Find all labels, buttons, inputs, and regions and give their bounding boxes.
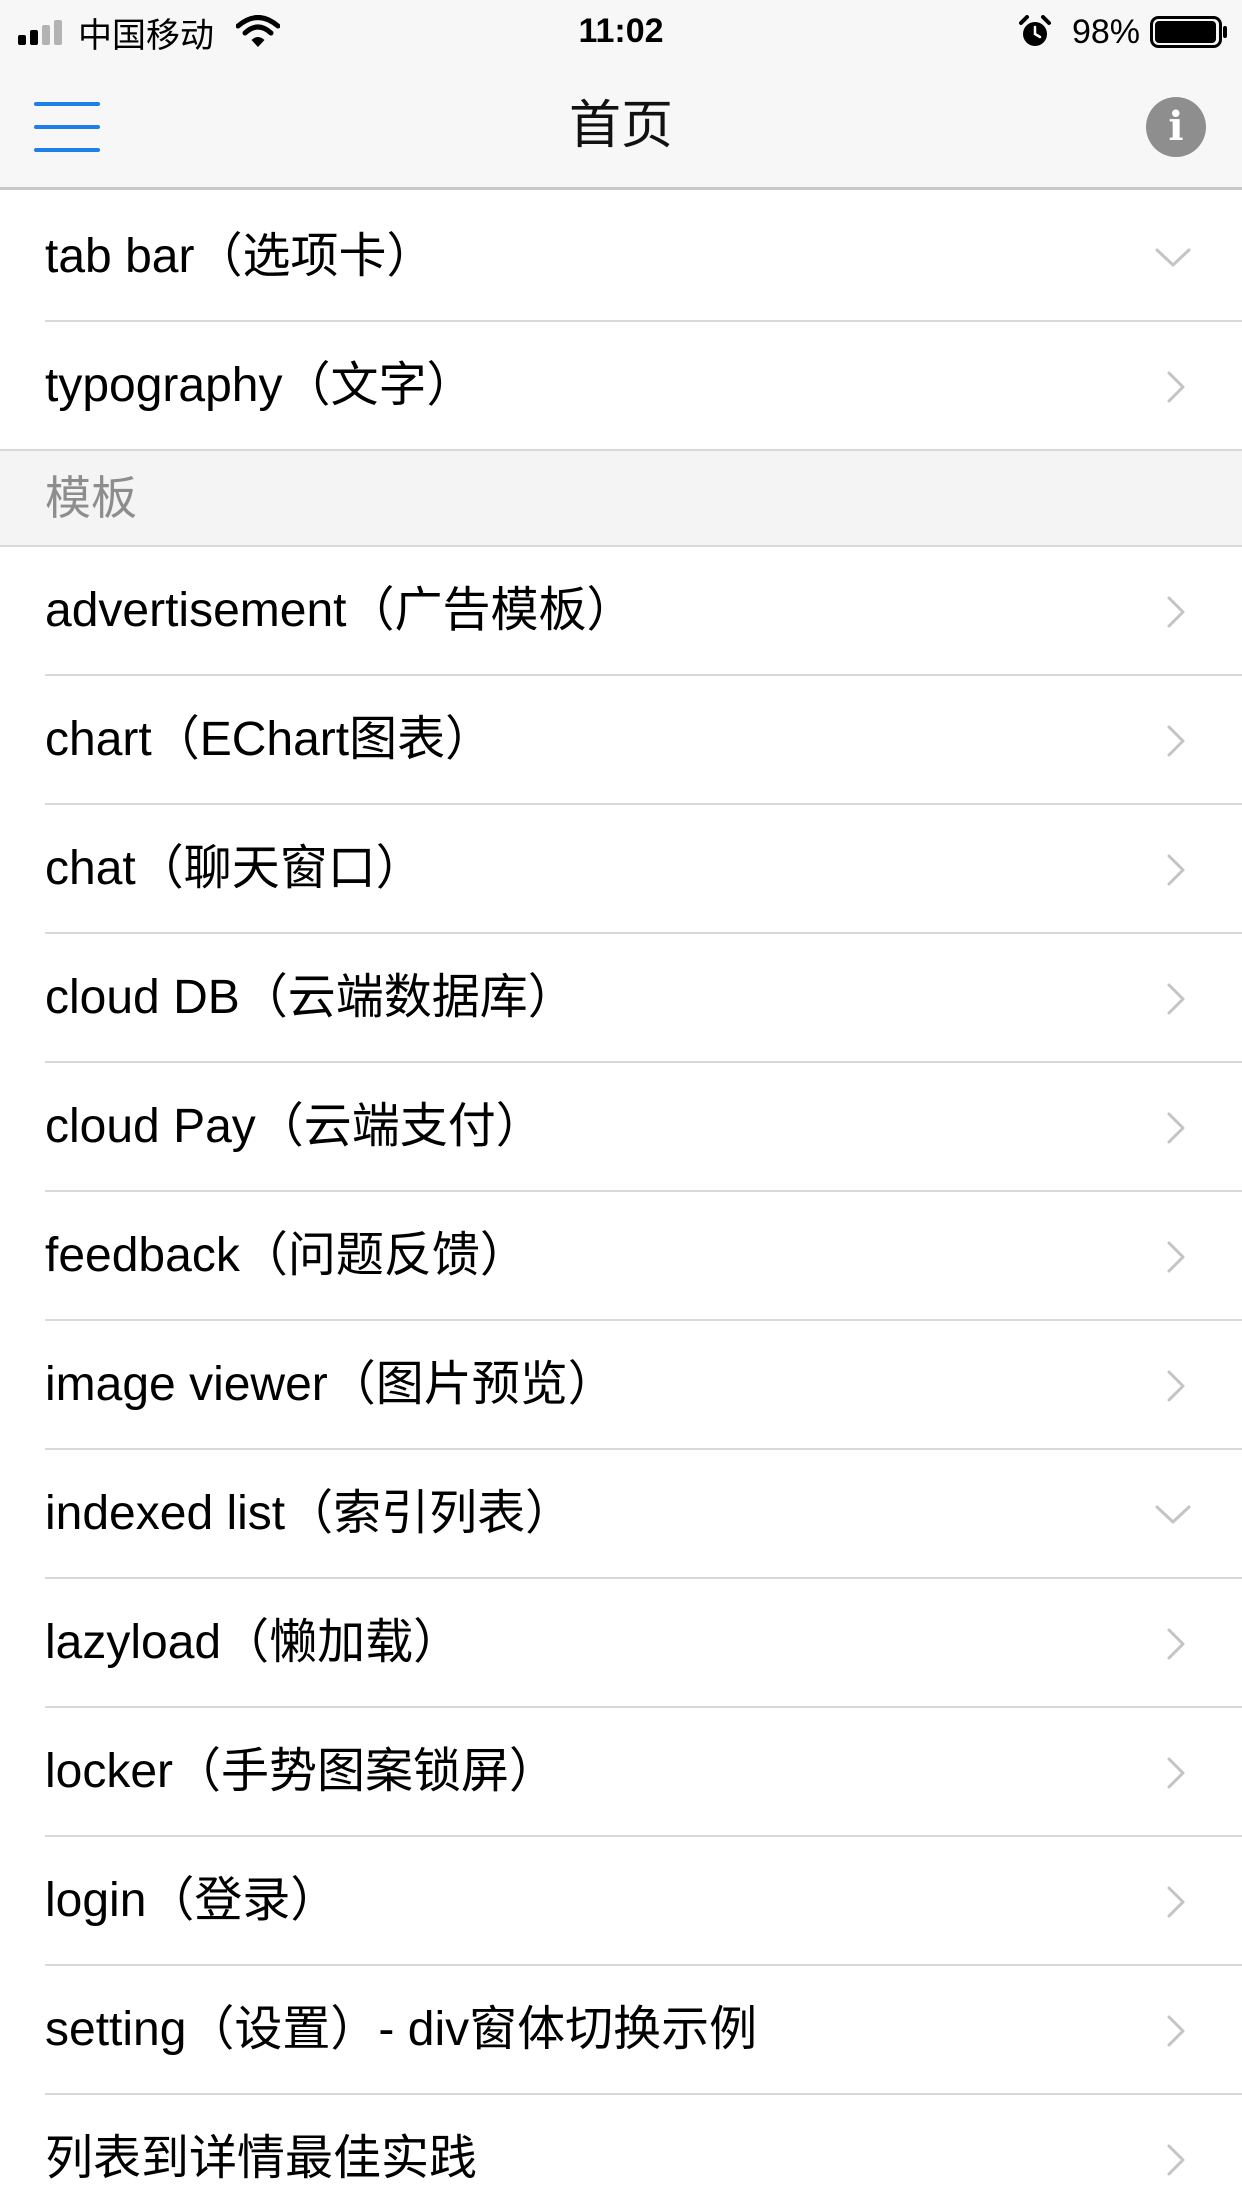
list-item[interactable]: typography（文字）: [0, 322, 1242, 451]
section-title: 模板: [45, 472, 137, 524]
list-item-label: typography（文字）: [45, 359, 475, 412]
chevron-right-icon: [1167, 1241, 1185, 1272]
top-items-group: tab bar（选项卡） typography（文字）: [0, 193, 1242, 451]
list-item-label: advertisement（广告模板）: [45, 584, 635, 637]
chevron-right-icon: [1167, 983, 1185, 1014]
chevron-right-icon: [1167, 725, 1185, 756]
chevron-right-icon: [1167, 2015, 1185, 2046]
chevron-right-icon: [1167, 2144, 1185, 2175]
chevron-right-icon: [1167, 596, 1185, 627]
chevron-right-icon: [1167, 1757, 1185, 1788]
list-item-label: login（登录）: [45, 1874, 339, 1927]
list-item[interactable]: tab bar（选项卡）: [0, 193, 1242, 322]
chevron-right-icon: [1167, 854, 1185, 885]
info-icon[interactable]: i: [1146, 97, 1206, 157]
list-item-label: setting（设置）- div窗体切换示例: [45, 2003, 758, 2056]
list-item-label: cloud Pay（云端支付）: [45, 1100, 544, 1153]
list-item[interactable]: indexed list（索引列表）: [0, 1450, 1242, 1579]
list-item-label: feedback（问题反馈）: [45, 1229, 528, 1282]
list-item[interactable]: setting（设置）- div窗体切换示例: [0, 1966, 1242, 2095]
list-item-label: chart（EChart图表）: [45, 713, 494, 766]
battery-percent: 98%: [1071, 12, 1140, 51]
status-bar: 中国移动 11:02 98%: [0, 0, 1242, 62]
list-item[interactable]: cloud Pay（云端支付）: [0, 1063, 1242, 1192]
status-right: 98%: [1018, 12, 1228, 52]
list-item-label: 列表到详情最佳实践: [45, 2132, 478, 2185]
list-item[interactable]: lazyload（懒加载）: [0, 1579, 1242, 1708]
list-item-label: image viewer（图片预览）: [45, 1358, 616, 1411]
section-header-templates: 模板: [0, 451, 1242, 547]
chevron-right-icon: [1167, 1112, 1185, 1143]
hamburger-menu-icon[interactable]: [34, 102, 100, 152]
menu-list: tab bar（选项卡） typography（文字） 模板 advertisem…: [0, 193, 1242, 2208]
battery-icon: [1150, 16, 1227, 48]
list-item[interactable]: cloud DB（云端数据库）: [0, 934, 1242, 1063]
list-item[interactable]: advertisement（广告模板）: [0, 547, 1242, 676]
chevron-right-icon: [1167, 1628, 1185, 1659]
page-title: 首页: [568, 97, 673, 155]
list-item[interactable]: 列表到详情最佳实践: [0, 2095, 1242, 2208]
list-item[interactable]: login（登录）: [0, 1837, 1242, 1966]
chevron-right-icon: [1167, 1370, 1185, 1401]
list-item[interactable]: chart（EChart图表）: [0, 676, 1242, 805]
list-item[interactable]: chat（聊天窗口）: [0, 805, 1242, 934]
chevron-down-icon: [1155, 1505, 1191, 1523]
alarm-icon: [1018, 15, 1051, 46]
list-item-label: locker（手势图案锁屏）: [45, 1745, 558, 1798]
list-item-label: chat（聊天窗口）: [45, 842, 424, 895]
list-item[interactable]: feedback（问题反馈）: [0, 1192, 1242, 1321]
list-item-label: cloud DB（云端数据库）: [45, 971, 576, 1024]
chevron-right-icon: [1167, 371, 1185, 402]
app-screen: 中国移动 11:02 98% 首页 i tab bar（选项卡） typogra…: [0, 0, 1242, 2208]
list-item-label: indexed list（索引列表）: [45, 1487, 574, 1540]
chevron-down-icon: [1155, 248, 1191, 266]
list-item-label: lazyload（懒加载）: [45, 1616, 462, 1669]
chevron-right-icon: [1167, 1886, 1185, 1917]
list-item-label: tab bar（选项卡）: [45, 230, 435, 283]
nav-bar: 首页 i: [0, 62, 1242, 190]
list-item[interactable]: locker（手势图案锁屏）: [0, 1708, 1242, 1837]
section-items-group: advertisement（广告模板） chart（EChart图表） chat（聊…: [0, 547, 1242, 2208]
list-item[interactable]: image viewer（图片预览）: [0, 1321, 1242, 1450]
